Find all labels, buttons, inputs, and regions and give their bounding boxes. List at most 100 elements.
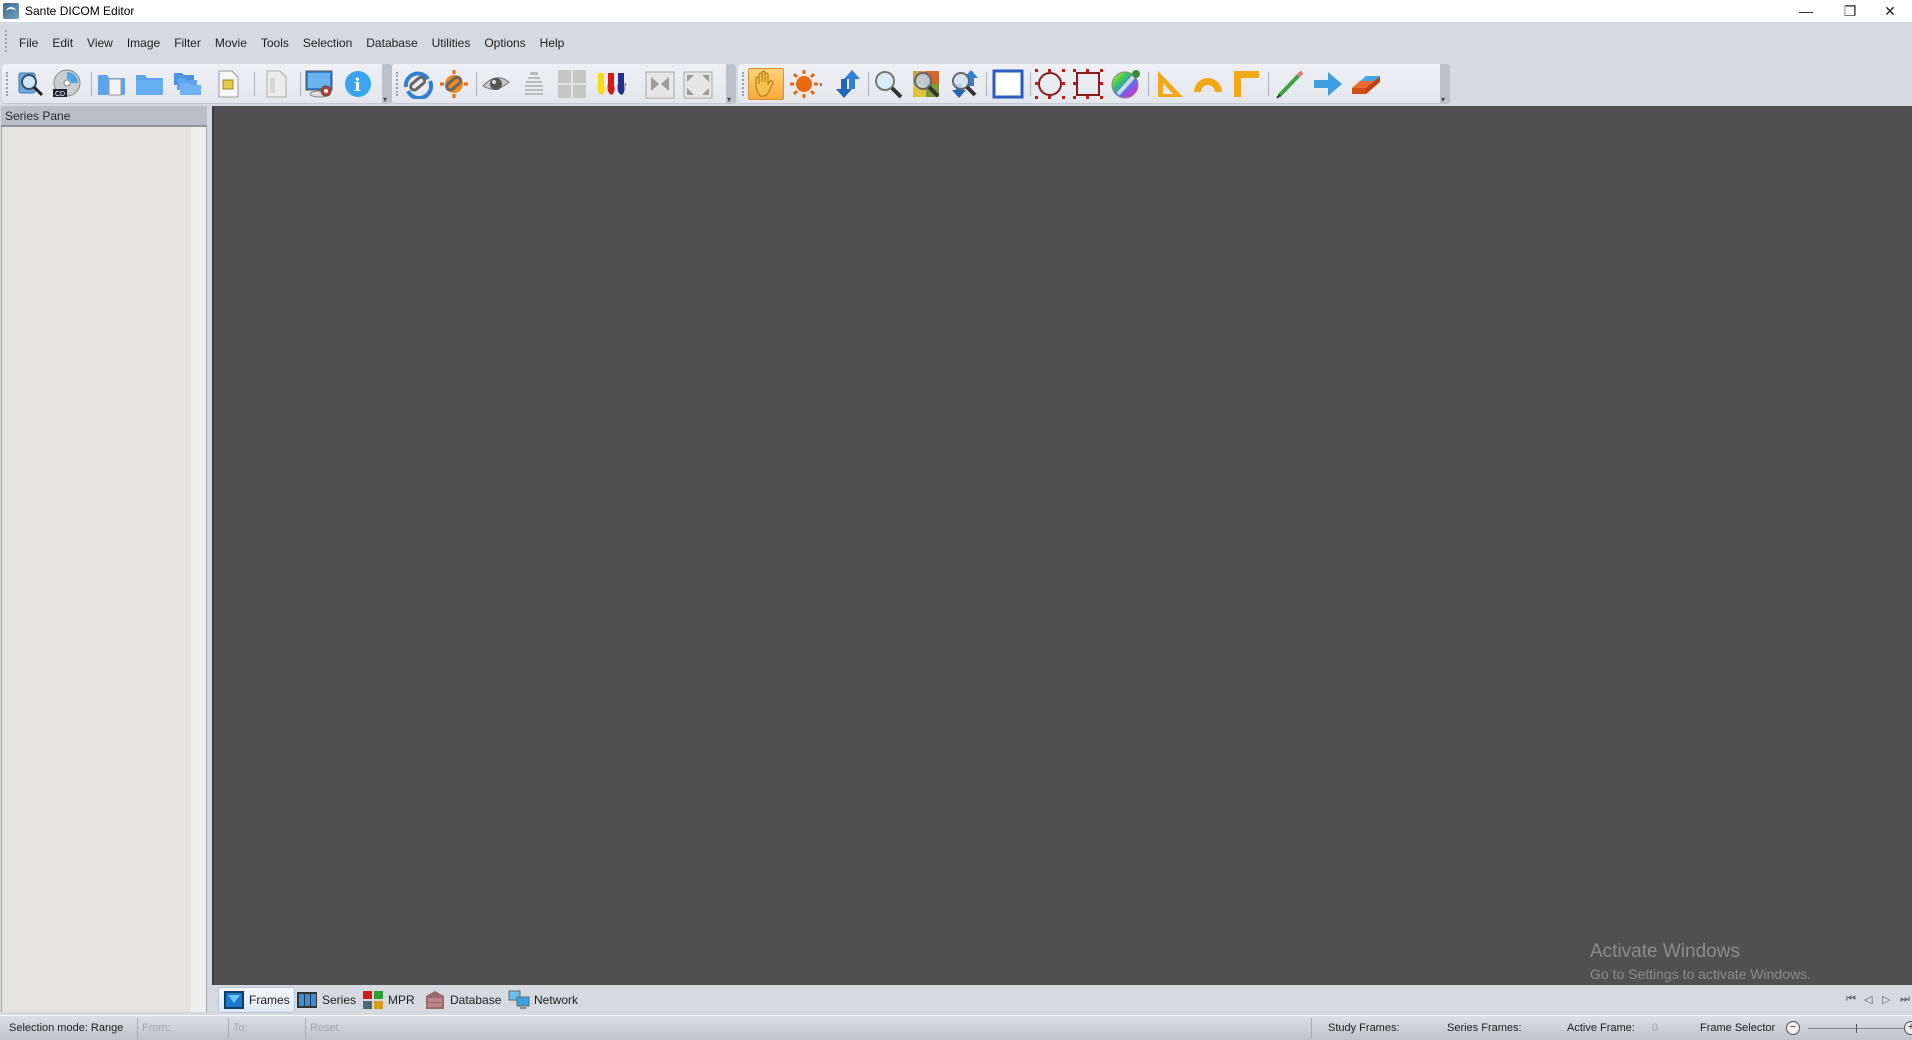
toolbar-separator xyxy=(986,72,987,96)
restore-button[interactable]: ❐ xyxy=(1828,0,1872,22)
first-frame-button[interactable]: ⏮ xyxy=(1846,993,1856,1006)
minimize-button[interactable]: — xyxy=(1784,0,1828,22)
status-separator xyxy=(137,1018,138,1039)
cd-import-icon[interactable]: CD xyxy=(50,68,82,100)
series-pane-title: Series Pane xyxy=(1,106,207,127)
toolbar: CD i ▾ ▾ ▾ ▾ ▾ xyxy=(0,62,1912,106)
frame-selector-thumb[interactable] xyxy=(1856,1024,1857,1033)
zoom-scroll-icon[interactable] xyxy=(948,68,980,100)
series-pane: Series Pane xyxy=(0,106,208,1014)
toolbar-overflow-button[interactable] xyxy=(1440,64,1450,104)
arrow-icon[interactable] xyxy=(1312,68,1344,100)
document-icon[interactable] xyxy=(260,68,292,100)
menu-options[interactable]: Options xyxy=(477,34,532,52)
cobb-angle-icon[interactable] xyxy=(1230,68,1262,100)
crosshair-icon[interactable] xyxy=(556,68,588,100)
watermark-subtitle: Go to Settings to activate Windows. xyxy=(1590,966,1811,982)
toolbar-separator xyxy=(1268,72,1269,96)
export-image-icon[interactable] xyxy=(212,68,244,100)
full-screen-icon[interactable] xyxy=(682,68,714,100)
tab-network-label: Network xyxy=(534,993,579,1007)
app-icon xyxy=(3,3,19,19)
rectangle-roi-icon[interactable] xyxy=(1072,68,1104,100)
active-frame-label: Active Frame: xyxy=(1567,1022,1635,1034)
menu-tools[interactable]: Tools xyxy=(254,34,296,52)
open-file-icon[interactable] xyxy=(96,68,128,100)
menu-edit[interactable]: Edit xyxy=(45,34,80,52)
menu-movie[interactable]: Movie xyxy=(208,34,254,52)
toolbar-separator xyxy=(1030,72,1031,96)
selection-mode-label: Selection mode: Range xyxy=(9,1022,124,1034)
menu-filter[interactable]: Filter xyxy=(167,34,208,52)
tab-database[interactable]: Database xyxy=(420,987,505,1013)
series-frames-label: Series Frames: xyxy=(1447,1022,1522,1034)
pencil-icon[interactable] xyxy=(1274,68,1306,100)
reset-button[interactable]: Reset xyxy=(310,1022,339,1034)
tab-frames[interactable]: Frames xyxy=(218,987,295,1013)
eye-icon[interactable] xyxy=(480,68,512,100)
toolbar-separator xyxy=(300,72,301,96)
toolbar-group-view: ▾ xyxy=(392,64,736,104)
protractor-icon[interactable] xyxy=(1192,68,1224,100)
color-palette-icon[interactable]: ▾ xyxy=(594,68,626,100)
next-frame-button[interactable]: ▷ xyxy=(1882,993,1890,1006)
tab-mpr[interactable]: MPR xyxy=(358,987,419,1013)
rectangle-select-icon[interactable] xyxy=(992,68,1024,100)
toolbar-overflow-button[interactable] xyxy=(726,64,736,104)
menu-database[interactable]: Database xyxy=(359,34,424,52)
frames-icon xyxy=(224,991,244,1009)
display-settings-icon[interactable] xyxy=(304,68,336,100)
scroll-icon[interactable] xyxy=(832,68,864,100)
search-database-icon[interactable] xyxy=(14,68,46,100)
menu-utilities[interactable]: Utilities xyxy=(425,34,478,52)
sync-brightness-link-icon[interactable] xyxy=(438,68,470,100)
frame-selector-decrease-button[interactable]: − xyxy=(1786,1021,1800,1035)
status-separator xyxy=(1311,1018,1312,1039)
zoom-region-icon[interactable] xyxy=(910,68,942,100)
toolbar-grip[interactable] xyxy=(742,72,744,96)
series-pane-scrollbar[interactable] xyxy=(191,127,207,1012)
database-cabinet-icon xyxy=(426,991,444,1009)
toolbar-overflow-button[interactable] xyxy=(382,64,392,104)
menu-selection[interactable]: Selection xyxy=(296,34,359,52)
menu-image[interactable]: Image xyxy=(120,34,167,52)
image-viewport[interactable] xyxy=(212,106,1912,985)
magnify-icon[interactable] xyxy=(872,68,904,100)
stack-icon[interactable] xyxy=(518,68,550,100)
toolbar-grip[interactable] xyxy=(6,72,8,96)
svg-text:i: i xyxy=(354,75,361,96)
menu-bar: File Edit View Image Filter Movie Tools … xyxy=(0,22,1912,62)
previous-frame-button[interactable]: ◁ xyxy=(1864,993,1872,1006)
from-field[interactable]: From: xyxy=(142,1022,171,1034)
eraser-icon[interactable] xyxy=(1350,68,1382,100)
menu-file[interactable]: File xyxy=(12,34,45,52)
series-list[interactable] xyxy=(1,127,191,1012)
title-bar: Sante DICOM Editor — ❐ ✕ xyxy=(0,0,1912,22)
menu-help[interactable]: Help xyxy=(533,34,572,52)
tab-network[interactable]: Network xyxy=(504,987,582,1013)
status-separator xyxy=(228,1018,229,1039)
frame-selector-increase-button[interactable]: + xyxy=(1904,1021,1912,1035)
window-level-icon[interactable]: ▾ xyxy=(788,68,828,100)
open-folders-icon[interactable] xyxy=(172,68,204,100)
activate-windows-watermark: Activate Windows Go to Settings to activ… xyxy=(1590,940,1811,984)
sync-link-icon[interactable] xyxy=(402,68,434,100)
pan-hand-icon[interactable] xyxy=(748,68,784,100)
fit-window-icon[interactable] xyxy=(644,68,676,100)
tab-database-label: Database xyxy=(450,993,502,1007)
menu-view[interactable]: View xyxy=(80,34,120,52)
tab-series[interactable]: Series xyxy=(292,987,360,1013)
toolbar-separator xyxy=(868,72,869,96)
angle-ruler-icon[interactable] xyxy=(1154,68,1186,100)
open-folder-icon[interactable] xyxy=(134,68,166,100)
tab-frames-label: Frames xyxy=(249,993,290,1007)
toolbar-grip[interactable] xyxy=(396,72,398,96)
menu-grip[interactable] xyxy=(5,30,7,52)
status-separator xyxy=(305,1018,306,1039)
ellipse-roi-icon[interactable] xyxy=(1034,68,1066,100)
info-icon[interactable]: i xyxy=(342,68,374,100)
close-button[interactable]: ✕ xyxy=(1868,0,1912,22)
last-frame-button[interactable]: ⏭ xyxy=(1900,993,1910,1006)
to-field[interactable]: To: xyxy=(233,1022,248,1034)
color-picker-icon[interactable] xyxy=(1110,68,1142,100)
